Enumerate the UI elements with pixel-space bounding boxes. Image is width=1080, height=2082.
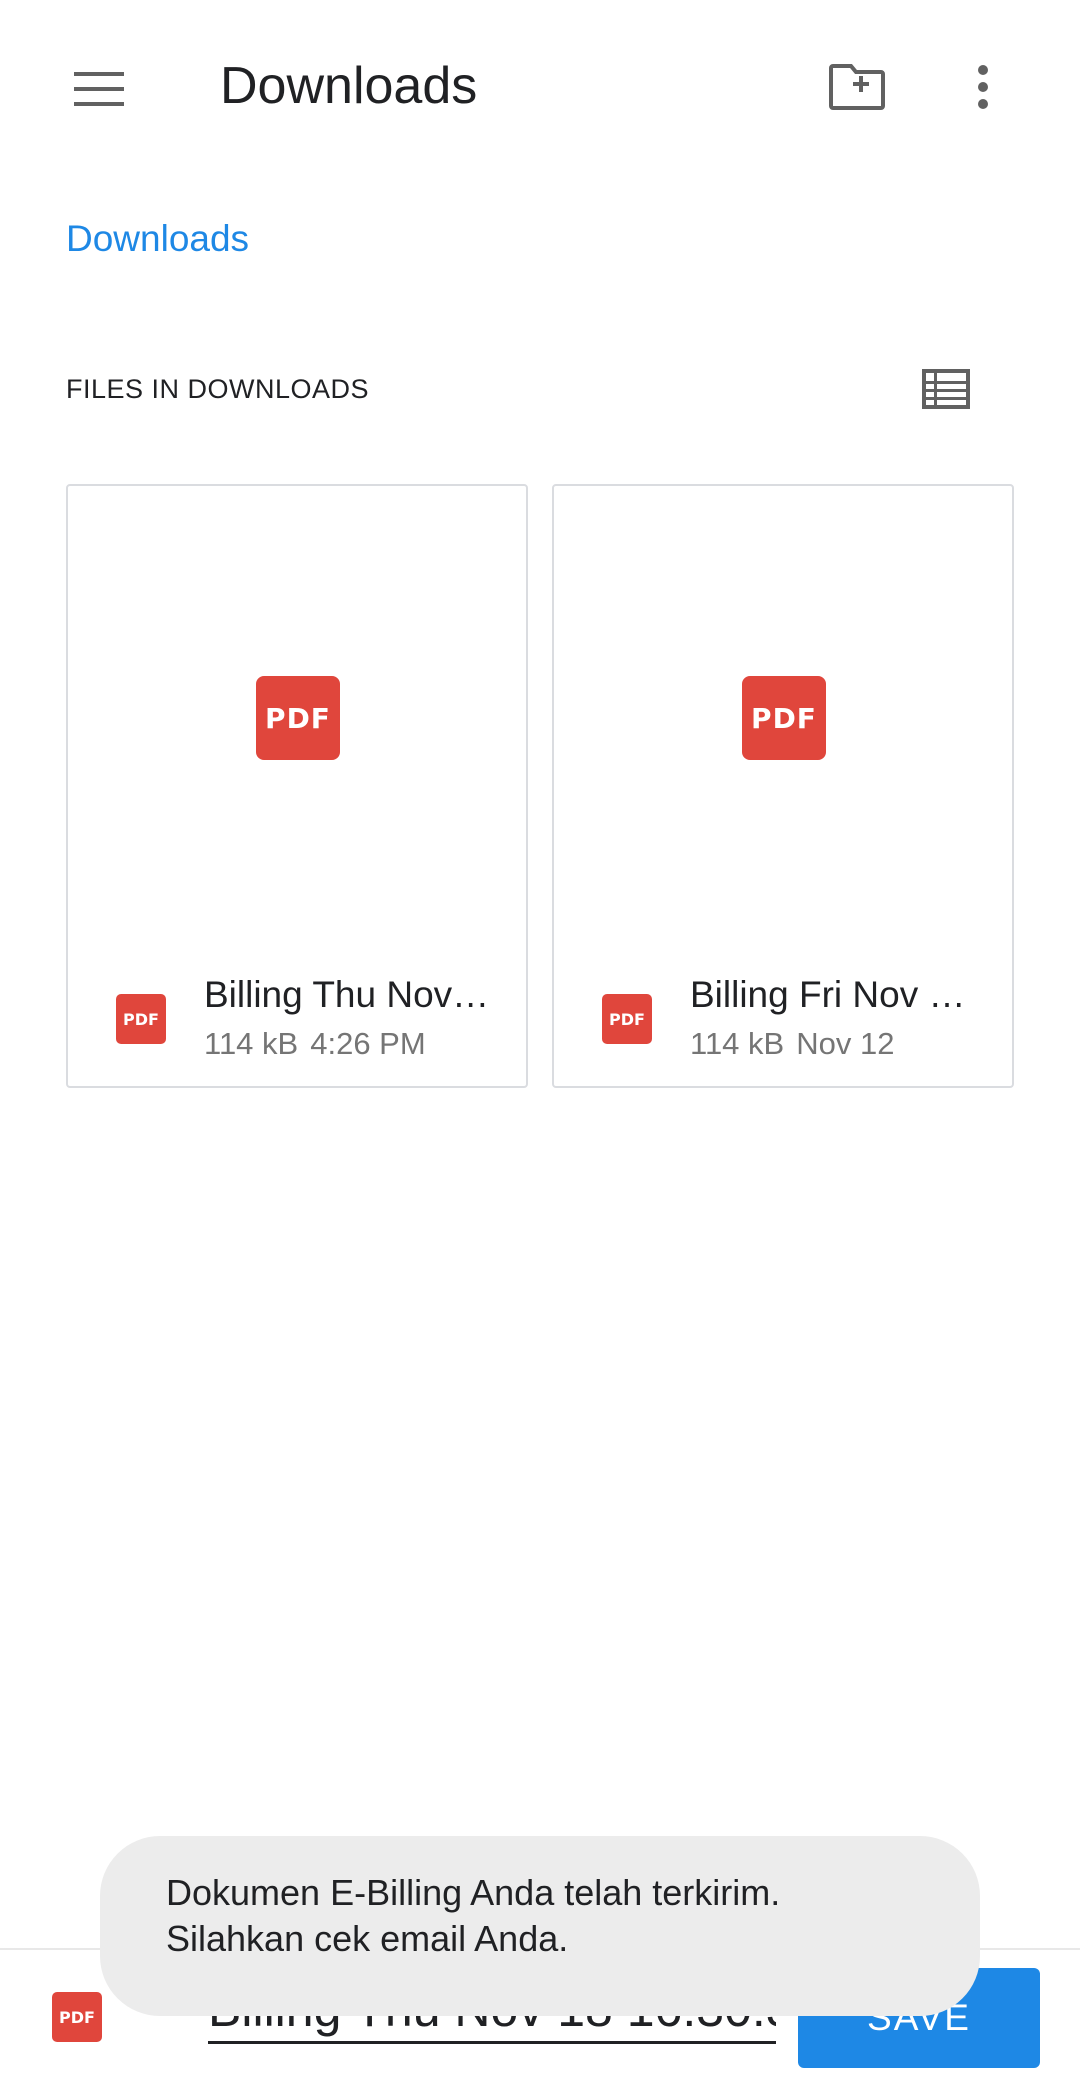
- section-header: FILES IN DOWNLOADS: [66, 374, 370, 404]
- file-name: Billing Fri Nov …: [690, 974, 966, 1015]
- toast-line-1: Dokumen E-Billing Anda telah terkirim.: [166, 1872, 781, 1913]
- toast-message: Dokumen E-Billing Anda telah terkirim. S…: [100, 1836, 980, 2016]
- new-folder-icon[interactable]: [822, 54, 892, 120]
- file-name: Billing Thu Nov…: [204, 974, 490, 1015]
- pdf-icon: PDF: [742, 676, 826, 760]
- file-size: 114 kB: [204, 1026, 299, 1061]
- menu-icon[interactable]: [66, 58, 132, 120]
- file-grid: PDF PDF Billing Thu Nov… 114 kB 4:26 PM P…: [66, 484, 1016, 1088]
- file-date: Nov 12: [796, 1026, 895, 1061]
- file-date: 4:26 PM: [310, 1026, 426, 1061]
- file-size: 114 kB: [690, 1026, 785, 1061]
- toast-line-2: Silahkan cek email Anda.: [166, 1918, 569, 1959]
- file-card[interactable]: PDF PDF Billing Thu Nov… 114 kB 4:26 PM: [66, 484, 528, 1088]
- pdf-file-type-icon: PDF: [116, 994, 166, 1044]
- file-card[interactable]: PDF PDF Billing Fri Nov … 114 kB Nov 12: [552, 484, 1014, 1088]
- file-meta: 114 kB Nov 12: [690, 1026, 894, 1062]
- file-meta: 114 kB 4:26 PM: [204, 1026, 426, 1062]
- more-vert-icon[interactable]: [960, 54, 1006, 120]
- breadcrumb-downloads[interactable]: Downloads: [66, 218, 249, 260]
- file-thumbnail: PDF: [68, 486, 526, 956]
- file-thumbnail: PDF: [554, 486, 1012, 956]
- pdf-file-type-icon: PDF: [52, 1992, 102, 2042]
- pdf-file-type-icon: PDF: [602, 994, 652, 1044]
- app-bar: Downloads: [0, 0, 1080, 180]
- list-view-icon[interactable]: [916, 364, 976, 414]
- pdf-icon: PDF: [256, 676, 340, 760]
- page-title: Downloads: [220, 57, 478, 115]
